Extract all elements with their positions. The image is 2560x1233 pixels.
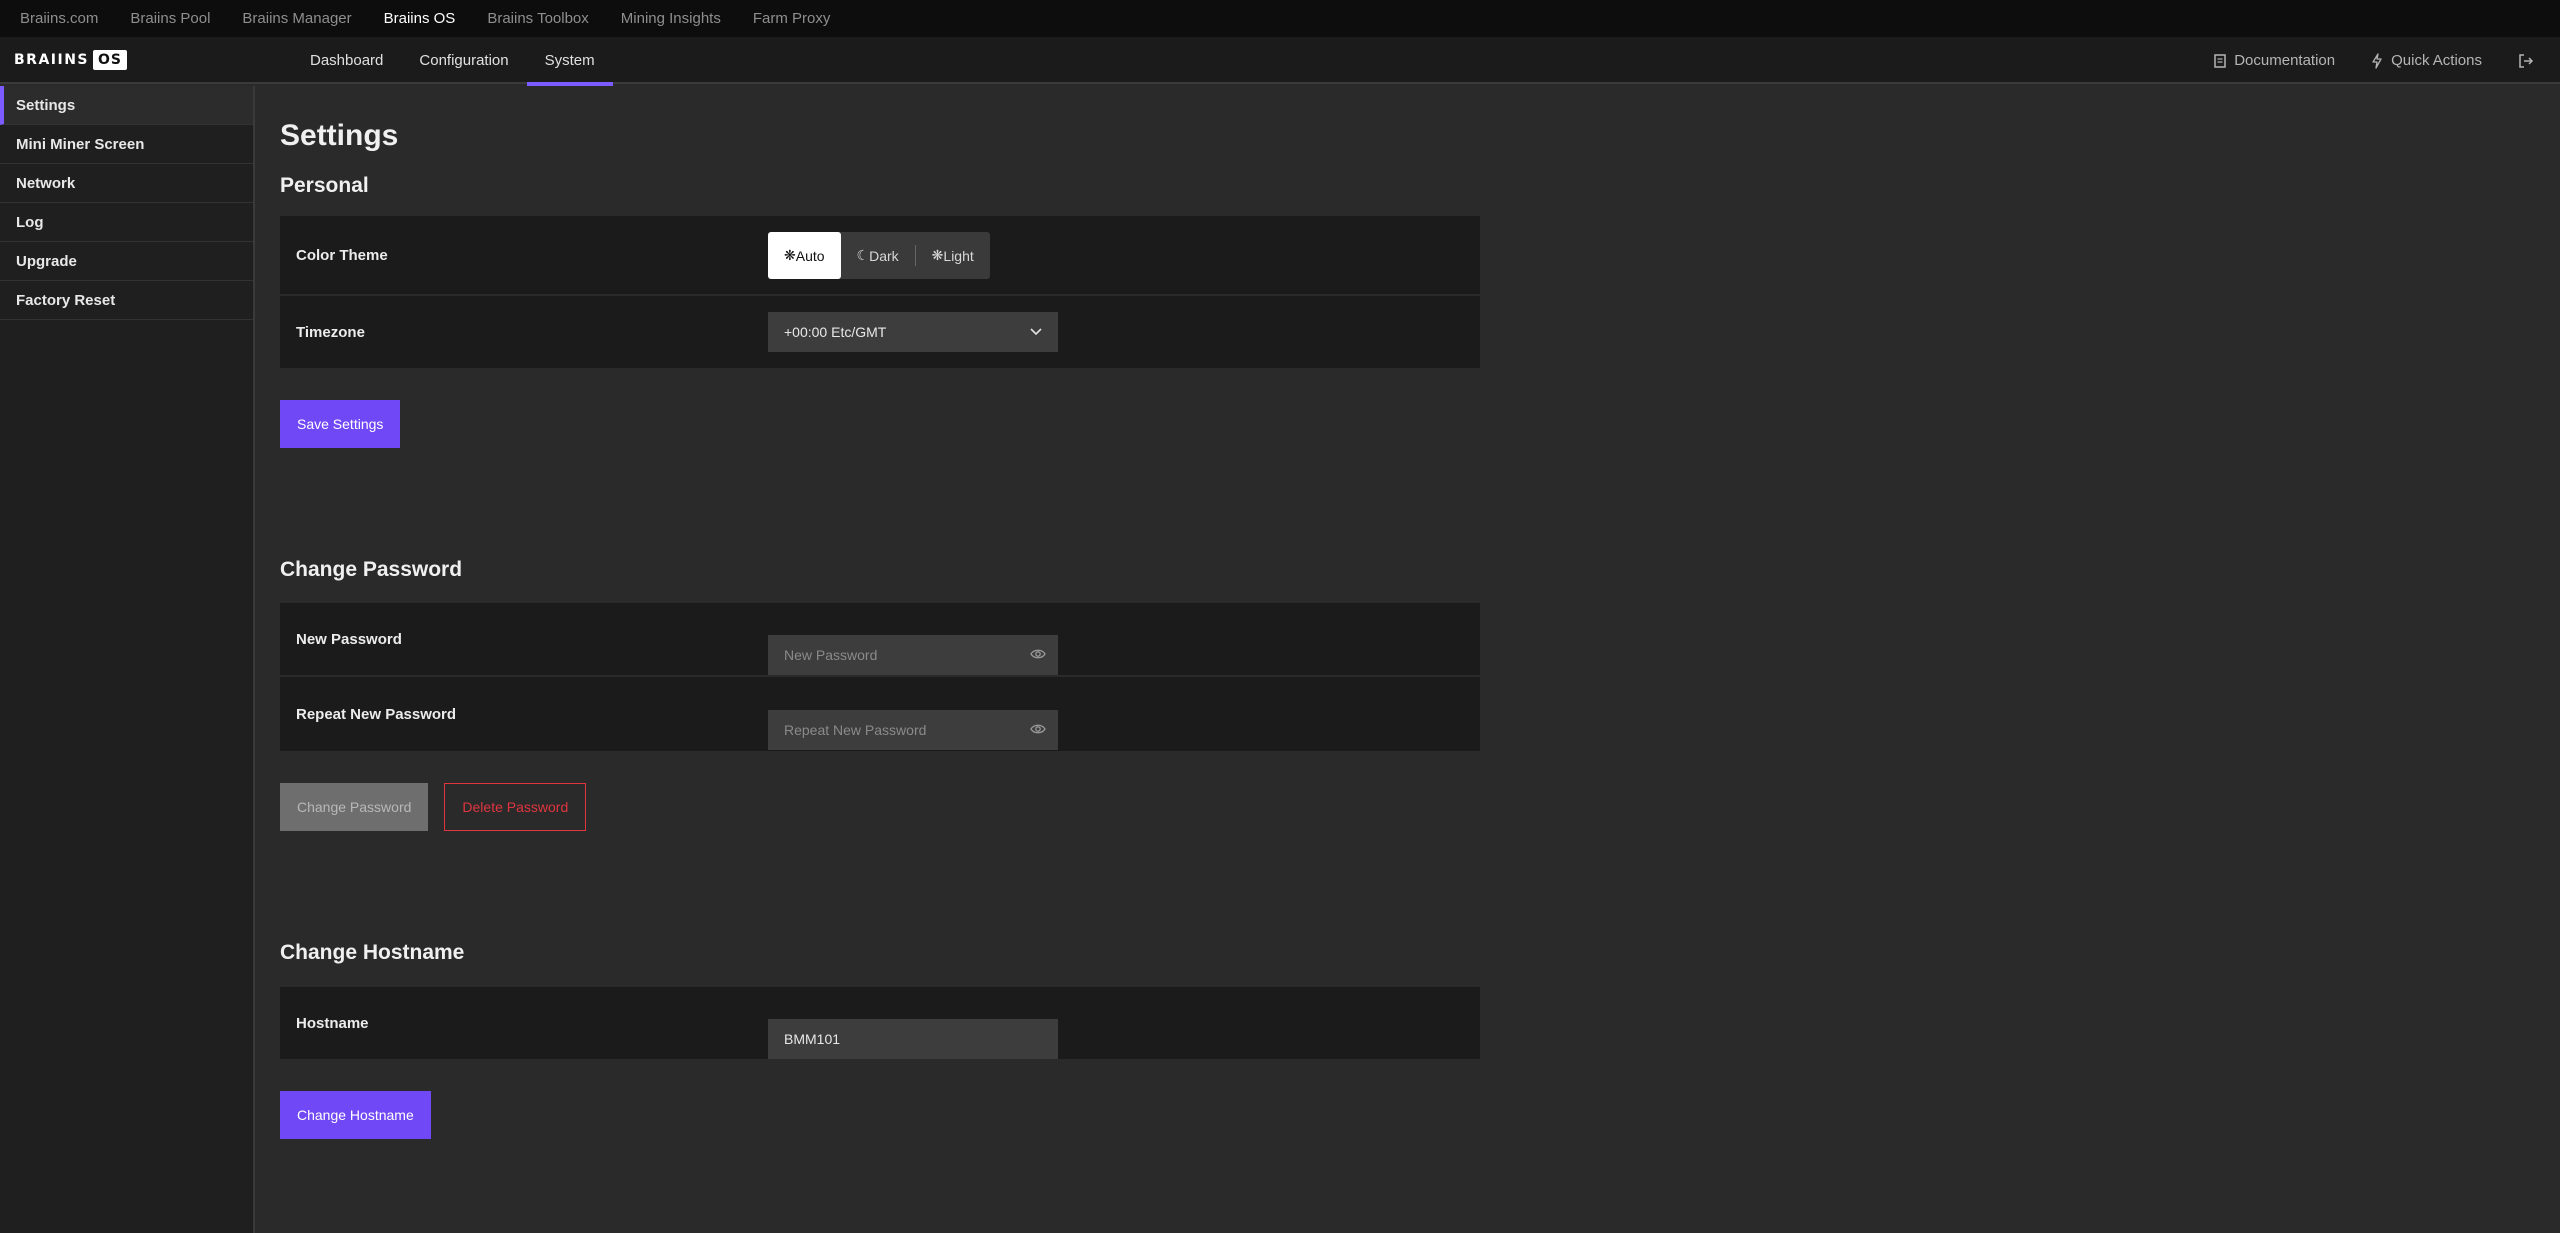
- logo-word: BRAIINS: [14, 52, 90, 68]
- color-theme-row: Color Theme ❋ Auto ☾ Dark ❋ Light: [280, 216, 1480, 296]
- eye-icon[interactable]: [1030, 723, 1046, 735]
- password-panel: New Password Repeat New Password: [280, 603, 1480, 751]
- color-theme-label: Color Theme: [296, 246, 388, 264]
- theme-dark-label: Dark: [869, 247, 899, 264]
- repeat-password-row: Repeat New Password: [280, 677, 1480, 751]
- hostname-panel: Hostname: [280, 987, 1480, 1059]
- link-braiins-manager[interactable]: Braiins Manager: [242, 10, 351, 27]
- main-content: Settings Personal Color Theme ❋ Auto ☾ Dar…: [280, 86, 1480, 1139]
- personal-panel: Color Theme ❋ Auto ☾ Dark ❋ Light Timezone …: [280, 216, 1480, 368]
- repeat-password-input[interactable]: [784, 722, 1014, 738]
- timezone-select[interactable]: +00:00 Etc/GMT: [768, 312, 1058, 352]
- link-braiins-com[interactable]: Braiins.com: [20, 10, 98, 27]
- change-password-heading: Change Password: [280, 558, 463, 581]
- sidebar-item-factory-reset[interactable]: Factory Reset: [0, 281, 253, 320]
- new-password-label: New Password: [296, 630, 402, 648]
- theme-auto-label: Auto: [795, 247, 825, 264]
- hostname-label: Hostname: [296, 1014, 369, 1032]
- hostname-field[interactable]: [768, 1019, 1058, 1059]
- braiins-os-logo[interactable]: BRAIINS OS: [14, 49, 127, 71]
- hostname-input[interactable]: [784, 1031, 1014, 1047]
- sidebar: Settings Mini Miner Screen Network Log U…: [0, 86, 255, 1233]
- change-hostname-button[interactable]: Change Hostname: [280, 1091, 431, 1139]
- change-password-button[interactable]: Change Password: [280, 783, 429, 831]
- page-title: Settings: [280, 119, 399, 152]
- lightning-icon: [2372, 52, 2382, 69]
- personal-heading: Personal: [280, 174, 369, 197]
- link-braiins-os[interactable]: Braiins OS: [384, 10, 456, 27]
- tab-dashboard[interactable]: Dashboard: [292, 37, 401, 84]
- chevron-down-icon: [1030, 328, 1042, 336]
- change-hostname-heading: Change Hostname: [280, 941, 465, 964]
- timezone-value: +00:00 Etc/GMT: [784, 324, 887, 340]
- repeat-password-label: Repeat New Password: [296, 705, 457, 723]
- quick-actions-label: Quick Actions: [2391, 52, 2482, 69]
- sidebar-item-network[interactable]: Network: [0, 164, 253, 203]
- documentation-label: Documentation: [2234, 52, 2336, 69]
- link-mining-insights[interactable]: Mining Insights: [621, 10, 721, 27]
- logout-icon: [2519, 53, 2534, 68]
- theme-option-auto[interactable]: ❋ Auto: [768, 232, 841, 279]
- brand-bar: Braiins.com Braiins Pool Braiins Manager…: [0, 0, 2560, 37]
- sidebar-item-settings[interactable]: Settings: [0, 86, 253, 125]
- light-sun-icon: ❋: [931, 247, 944, 263]
- moon-icon: ☾: [856, 247, 870, 263]
- tab-configuration[interactable]: Configuration: [401, 37, 526, 84]
- eye-icon[interactable]: [1030, 648, 1046, 660]
- document-icon: [2214, 53, 2226, 68]
- repeat-password-field[interactable]: [768, 710, 1058, 750]
- quick-actions-button[interactable]: Quick Actions: [2371, 52, 2482, 69]
- logout-button[interactable]: [2518, 53, 2542, 68]
- new-password-input[interactable]: [784, 647, 1014, 663]
- sidebar-item-mini-miner-screen[interactable]: Mini Miner Screen: [0, 125, 253, 164]
- link-braiins-toolbox[interactable]: Braiins Toolbox: [487, 10, 588, 27]
- sidebar-item-log[interactable]: Log: [0, 203, 253, 242]
- theme-option-dark[interactable]: ☾ Dark: [841, 232, 915, 279]
- timezone-label: Timezone: [296, 323, 365, 341]
- documentation-link[interactable]: Documentation: [2214, 52, 2335, 69]
- theme-option-light[interactable]: ❋ Light: [916, 232, 990, 279]
- new-password-row: New Password: [280, 603, 1480, 677]
- link-braiins-pool[interactable]: Braiins Pool: [130, 10, 210, 27]
- logo-box: OS: [93, 50, 127, 70]
- color-theme-toggle: ❋ Auto ☾ Dark ❋ Light: [768, 232, 990, 279]
- link-farm-proxy[interactable]: Farm Proxy: [753, 10, 831, 27]
- save-settings-button[interactable]: Save Settings: [280, 400, 401, 448]
- hostname-row: Hostname: [280, 987, 1480, 1059]
- tab-system[interactable]: System: [526, 37, 613, 86]
- timezone-row: Timezone +00:00 Etc/GMT: [280, 296, 1480, 368]
- sun-icon: ❋: [784, 247, 796, 263]
- new-password-field[interactable]: [768, 635, 1058, 675]
- header-actions: Documentation Quick Actions: [2178, 37, 2542, 84]
- sidebar-item-upgrade[interactable]: Upgrade: [0, 242, 253, 281]
- app-header: BRAIINS OS Dashboard Configuration Syste…: [0, 37, 2560, 86]
- main-nav: Dashboard Configuration System: [292, 37, 613, 86]
- theme-light-label: Light: [943, 247, 974, 264]
- delete-password-button[interactable]: Delete Password: [444, 783, 587, 831]
